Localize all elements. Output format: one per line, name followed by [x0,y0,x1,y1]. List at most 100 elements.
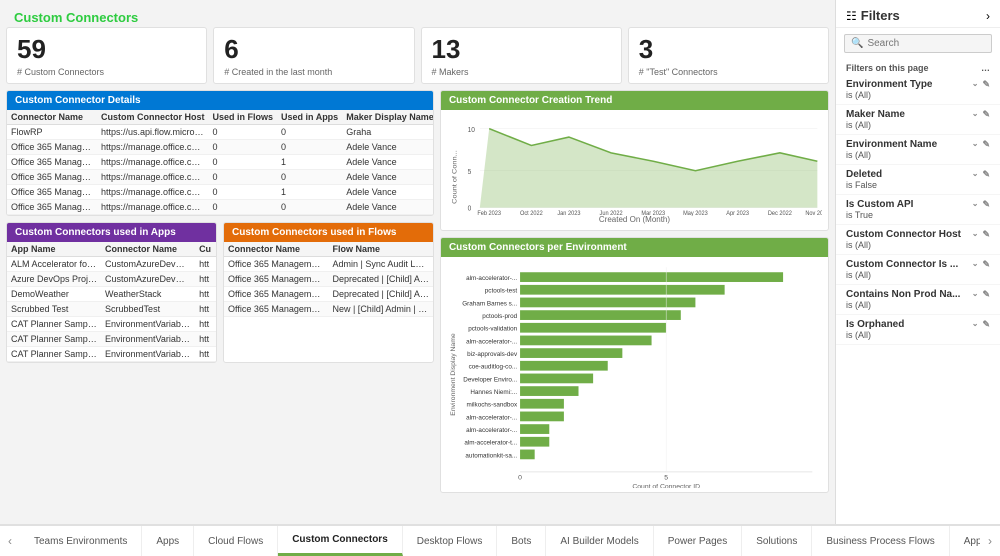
filter-item[interactable]: Environment Type ⌄ ✎ is (All) [836,75,1000,105]
filter-edit-icon[interactable]: ✎ [982,259,990,270]
filter-item[interactable]: Custom Connector Host ⌄ ✎ is (All) [836,225,1000,255]
filter-name-label: Contains Non Prod Na... [846,289,960,300]
tab-cloud-flows[interactable]: Cloud Flows [194,526,278,556]
filter-chevron-icon[interactable]: ⌄ [972,169,979,180]
apps-table-wrap[interactable]: App Name Connector Name Cu ALM Accelerat… [7,242,216,362]
bar-chart-box: Custom Connectors per Environment Enviro… [440,237,829,493]
apps-section: Custom Connectors used in Apps App Name … [6,222,217,363]
filter-icon: ☷ [846,9,857,23]
trend-svg: Count of Conn... 10 5 0 [447,116,822,216]
sidebar: ☷ Filters › 🔍 Filters on this page … Env… [835,0,1000,524]
filter-edit-icon[interactable]: ✎ [982,169,990,180]
filter-chevron-icon[interactable]: ⌄ [972,79,979,90]
filter-name-label: Maker Name [846,109,905,120]
table-row: ALM Accelerator for Power PlatformCustom… [7,257,216,272]
trend-x-label: Created On (Month) [447,215,822,224]
tab-desktop-flows[interactable]: Desktop Flows [403,526,498,556]
filter-edit-icon[interactable]: ✎ [982,229,990,240]
filters-options-icon[interactable]: … [981,63,990,73]
tab-business-process-flows[interactable]: Business Process Flows [812,526,949,556]
search-box[interactable]: 🔍 [844,34,992,53]
filter-name-label: Environment Name [846,139,937,150]
bottom-tables: Custom Connectors used in Apps App Name … [6,222,434,363]
svg-text:5: 5 [664,475,668,482]
filter-value-label: is (All) [846,90,990,100]
col-maker: Maker Display Name [342,110,433,125]
filter-edit-icon[interactable]: ✎ [982,79,990,90]
tab-app...[interactable]: App... [950,526,980,556]
filter-chevron-icon[interactable]: ⌄ [972,289,979,300]
filter-edit-icon[interactable]: ✎ [982,139,990,150]
details-table: Connector Name Custom Connector Host Use… [7,110,433,215]
flows-table-wrap[interactable]: Connector Name Flow Name Office 365 Mana… [224,242,433,317]
kpi-row: 59 # Custom Connectors 6 # Created in th… [6,27,829,84]
svg-text:alm-accelerator-...: alm-accelerator-... [466,427,517,434]
svg-text:Environment Display Name: Environment Display Name [450,333,457,416]
svg-text:Developer Enviro...: Developer Enviro... [463,376,517,383]
filter-edit-icon[interactable]: ✎ [982,199,990,210]
table-row: FlowRPhttps://us.api.flow.microsoft.c om… [7,125,433,140]
filter-edit-icon[interactable]: ✎ [982,319,990,330]
filter-chevron-icon[interactable]: ⌄ [972,319,979,330]
filter-chevron-icon[interactable]: ⌄ [972,199,979,210]
filter-name-label: Deleted [846,169,882,180]
filter-item[interactable]: Custom Connector Is ... ⌄ ✎ is (All) [836,255,1000,285]
apps-header: Custom Connectors used in Apps [7,223,216,242]
svg-text:alm-accelerator-...: alm-accelerator-... [466,275,517,282]
filter-item[interactable]: Maker Name ⌄ ✎ is (All) [836,105,1000,135]
svg-text:Graham Barnes s...: Graham Barnes s... [462,300,517,307]
tab-bots[interactable]: Bots [497,526,546,556]
filter-item[interactable]: Environment Name ⌄ ✎ is (All) [836,135,1000,165]
sidebar-expand-icon[interactable]: › [986,9,990,23]
filter-value-label: is (All) [846,300,990,310]
filter-chevron-icon[interactable]: ⌄ [972,259,979,270]
apps-table: App Name Connector Name Cu ALM Accelerat… [7,242,216,362]
kpi-card-1: 6 # Created in the last month [213,27,414,84]
svg-text:10: 10 [468,127,475,134]
filter-name-label: Custom Connector Host [846,229,961,240]
tab-power-pages[interactable]: Power Pages [654,526,742,556]
table-row: Office 365 Management API Newhttps://man… [7,185,433,200]
svg-text:Hannes Niemi:...: Hannes Niemi:... [470,389,517,396]
trend-chart-box: Custom Connector Creation Trend Count of… [440,90,829,231]
table-row: Office 365 Management APIDeprecated | [C… [224,287,433,302]
filter-edit-icon[interactable]: ✎ [982,109,990,120]
filter-item[interactable]: Is Orphaned ⌄ ✎ is (All) [836,315,1000,345]
filter-chevron-icon[interactable]: ⌄ [972,139,979,150]
svg-text:Count of Connector ID: Count of Connector ID [632,483,700,488]
svg-text:alm-accelerator-t...: alm-accelerator-t... [464,440,517,447]
filter-item[interactable]: Is Custom API ⌄ ✎ is True [836,195,1000,225]
tab-teams-environments[interactable]: Teams Environments [20,526,142,556]
flows-col-connector: Connector Name [224,242,328,257]
tab-custom-connectors[interactable]: Custom Connectors [278,526,403,556]
details-table-wrap[interactable]: Connector Name Custom Connector Host Use… [7,110,433,215]
table-row: CAT Planner Sample AppEnvironmentVariabl… [7,347,216,362]
filter-item[interactable]: Contains Non Prod Na... ⌄ ✎ is (All) [836,285,1000,315]
apps-col-cu: Cu [195,242,216,257]
tab-right-arrow[interactable]: › [980,526,1000,556]
filter-name-label: Is Orphaned [846,319,904,330]
table-row: DemoWeatherWeatherStackhtt [7,287,216,302]
svg-text:0: 0 [518,475,522,482]
filter-name-label: Is Custom API [846,199,913,210]
col-apps: Used in Apps [277,110,342,125]
table-row: Office 365 Management APIhttps://manage.… [7,155,433,170]
kpi-number-0: 59 [17,34,196,65]
table-row: CAT Planner Sample AppEnvironmentVariabl… [7,317,216,332]
tab-ai-builder-models[interactable]: AI Builder Models [546,526,653,556]
filter-chevron-icon[interactable]: ⌄ [972,229,979,240]
filter-edit-icon[interactable]: ✎ [982,289,990,300]
kpi-number-2: 13 [432,34,611,65]
search-input[interactable] [867,38,999,49]
tab-apps[interactable]: Apps [142,526,194,556]
table-row: Dataverse Prerequisite ValidationOffice … [7,362,216,363]
col-connector-name: Connector Name [7,110,97,125]
table-row: Scrubbed TestScrubbedTesthtt [7,302,216,317]
filter-chevron-icon[interactable]: ⌄ [972,109,979,120]
svg-text:milkochs-sandbox: milkochs-sandbox [466,402,517,409]
filter-item[interactable]: Deleted ⌄ ✎ is False [836,165,1000,195]
svg-text:Nov 2022: Nov 2022 [805,211,822,216]
tab-solutions[interactable]: Solutions [742,526,812,556]
filter-name-label: Custom Connector Is ... [846,259,958,270]
tab-left-arrow[interactable]: ‹ [0,526,20,556]
